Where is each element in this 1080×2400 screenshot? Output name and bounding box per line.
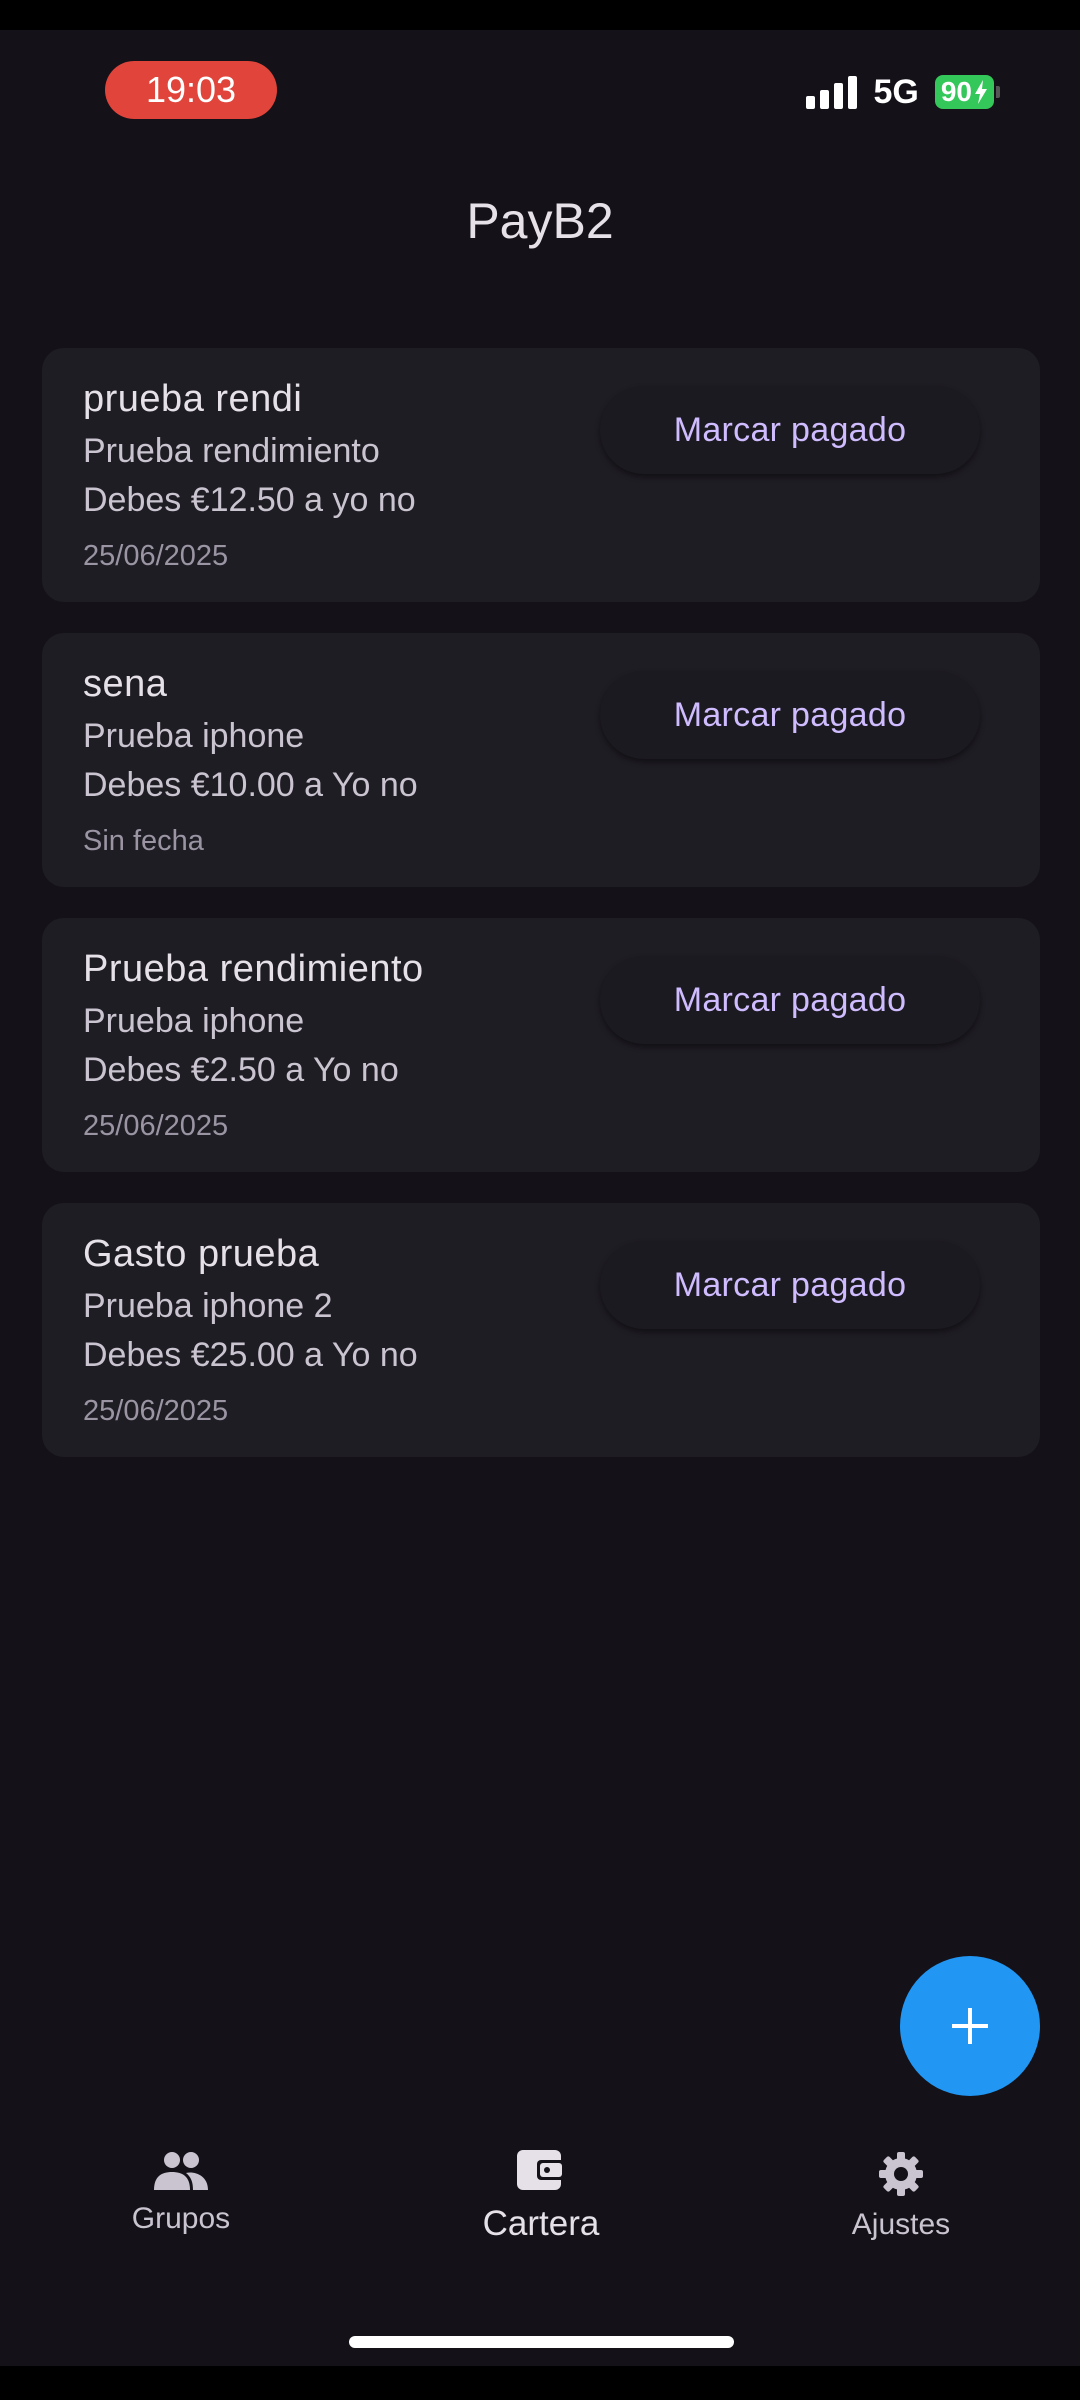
charging-bolt-icon — [975, 80, 987, 104]
debt-subtitle: Prueba iphone — [83, 717, 305, 755]
nav-label-cartera: Cartera — [482, 2204, 600, 2243]
debt-title: sena — [83, 663, 168, 705]
debt-subtitle: Prueba iphone 2 — [83, 1287, 333, 1325]
debt-card: Gasto prueba Prueba iphone 2 Debes €25.0… — [42, 1203, 1040, 1457]
nav-item-cartera[interactable]: Cartera — [411, 2146, 671, 2244]
debt-card: Prueba rendimiento Prueba iphone Debes €… — [42, 918, 1040, 1172]
settings-icon — [879, 2152, 923, 2196]
add-button[interactable] — [900, 1956, 1040, 2096]
bottom-nav: Grupos Cartera Ajustes — [0, 2150, 1080, 2270]
nav-item-grupos[interactable]: Grupos — [51, 2150, 311, 2236]
debt-amount: Debes €12.50 a yo no — [83, 481, 416, 519]
home-indicator[interactable] — [349, 2336, 734, 2348]
nav-label-ajustes: Ajustes — [851, 2208, 951, 2241]
debt-date: 25/06/2025 — [83, 1395, 229, 1427]
mark-paid-button[interactable]: Marcar pagado — [600, 1241, 980, 1329]
debt-amount: Debes €10.00 a Yo no — [83, 766, 418, 804]
battery-level: 90 — [940, 76, 972, 107]
debt-title: Prueba rendimiento — [83, 948, 424, 990]
debt-amount: Debes €2.50 a Yo no — [83, 1051, 399, 1089]
app-screen: 19:03 5G 90 PayB2 prueba rendi Prueba re… — [0, 30, 1080, 2366]
nav-item-ajustes[interactable]: Ajustes — [771, 2150, 1031, 2242]
add-icon — [952, 2008, 988, 2044]
debt-date: Sin fecha — [83, 825, 204, 857]
debt-subtitle: Prueba iphone — [83, 1002, 305, 1040]
page-title: PayB2 — [466, 193, 614, 249]
groups-icon — [154, 2152, 208, 2190]
mark-paid-button[interactable]: Marcar pagado — [600, 671, 980, 759]
status-indicators: 5G 90 — [806, 72, 1000, 111]
debt-card: sena Prueba iphone Debes €10.00 a Yo no … — [42, 633, 1040, 887]
debt-title: Gasto prueba — [83, 1233, 320, 1275]
debt-date: 25/06/2025 — [83, 1110, 229, 1142]
debt-subtitle: Prueba rendimiento — [83, 432, 380, 470]
nav-label-grupos: Grupos — [131, 2202, 231, 2235]
debt-card: prueba rendi Prueba rendimiento Debes €1… — [42, 348, 1040, 602]
signal-icon — [806, 75, 858, 109]
debt-date: 25/06/2025 — [83, 540, 229, 572]
status-time: 19:03 — [105, 61, 277, 119]
debt-amount: Debes €25.00 a Yo no — [83, 1336, 418, 1374]
status-time-text: 19:03 — [145, 69, 237, 110]
mark-paid-button[interactable]: Marcar pagado — [600, 956, 980, 1044]
network-type: 5G — [873, 72, 919, 111]
wallet-icon — [517, 2150, 565, 2190]
battery-icon: 90 — [934, 75, 1000, 109]
debt-title: prueba rendi — [83, 378, 303, 420]
mark-paid-button[interactable]: Marcar pagado — [600, 386, 980, 474]
debt-list: prueba rendi Prueba rendimiento Debes €1… — [42, 348, 1040, 1488]
